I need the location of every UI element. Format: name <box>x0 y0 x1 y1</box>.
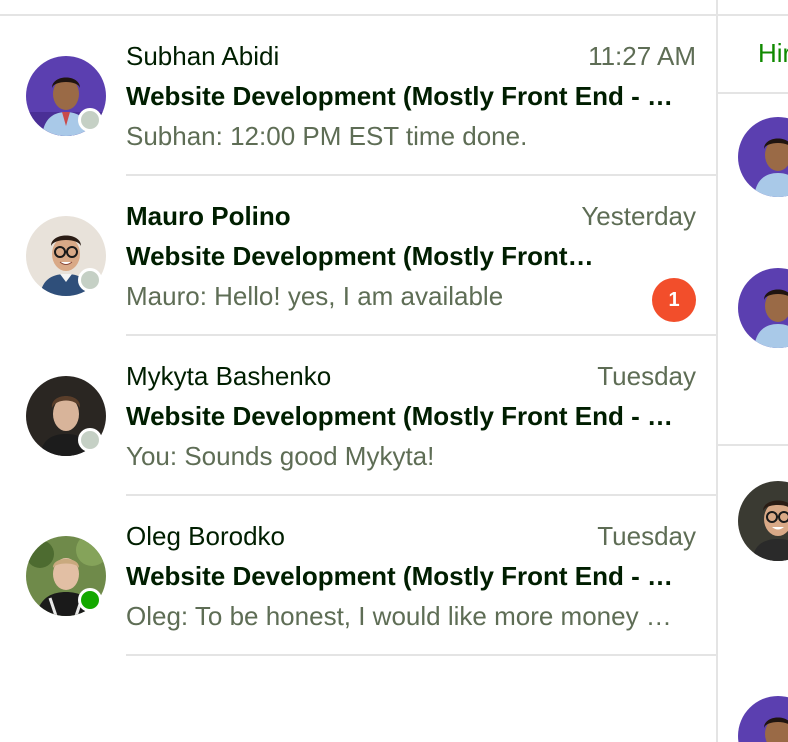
row-divider <box>126 654 716 656</box>
detail-header-divider <box>718 92 788 94</box>
status-indicator <box>78 108 102 132</box>
job-title: Website Development (Mostly Front End - … <box>126 561 674 591</box>
contact-name: Subhan Abidi <box>126 41 280 71</box>
contact-name: Oleg Borodko <box>126 521 285 551</box>
person-avatar-purple-icon <box>738 696 788 742</box>
message-avatar[interactable] <box>738 268 788 348</box>
message-preview: You: Sounds good Mykyta! <box>126 441 435 471</box>
job-title: Website Development (Mostly Front End - … <box>126 81 674 111</box>
person-avatar-glasses-icon <box>738 481 788 561</box>
status-indicator <box>78 268 102 292</box>
message-preview: Oleg: To be honest, I would like more mo… <box>126 601 672 631</box>
person-avatar-purple-icon <box>738 268 788 348</box>
conversation-row-oleg-borodko[interactable]: Oleg Borodko Tuesday Website Development… <box>0 496 716 656</box>
contact-name: Mauro Polino <box>126 201 291 231</box>
message-avatar[interactable] <box>738 696 788 742</box>
messages-screen: Subhan Abidi 11:27 AM Website Developmen… <box>0 0 788 742</box>
conversation-list: Subhan Abidi 11:27 AM Website Developmen… <box>0 0 716 742</box>
conversation-row-subhan-abidi[interactable]: Subhan Abidi 11:27 AM Website Developmen… <box>0 16 716 176</box>
message-preview: Subhan: 12:00 PM EST time done. <box>126 121 528 151</box>
message-preview: Mauro: Hello! yes, I am available <box>126 281 504 311</box>
status-indicator <box>78 428 102 452</box>
message-time: Tuesday <box>597 521 696 551</box>
job-title: Website Development (Mostly Front End - … <box>126 401 674 431</box>
contact-name: Mykyta Bashenko <box>126 361 332 391</box>
person-avatar-purple-icon <box>738 117 788 197</box>
detail-section-divider <box>718 444 788 446</box>
conversation-row-mauro-polino[interactable]: Mauro Polino Yesterday Website Developme… <box>0 176 716 336</box>
job-title: Website Development (Mostly Front… <box>126 241 594 271</box>
message-time: 11:27 AM <box>588 41 696 71</box>
detail-heading[interactable]: Hir <box>758 38 788 69</box>
message-avatar[interactable] <box>738 481 788 561</box>
conversation-detail-pane: Hir <box>718 0 788 742</box>
detail-top-divider <box>718 14 788 16</box>
conversation-row-mykyta-bashenko[interactable]: Mykyta Bashenko Tuesday Website Developm… <box>0 336 716 496</box>
message-time: Yesterday <box>581 201 696 231</box>
unread-count-badge: 1 <box>652 278 696 322</box>
message-time: Tuesday <box>597 361 696 391</box>
status-indicator <box>78 588 102 612</box>
message-avatar[interactable] <box>738 117 788 197</box>
